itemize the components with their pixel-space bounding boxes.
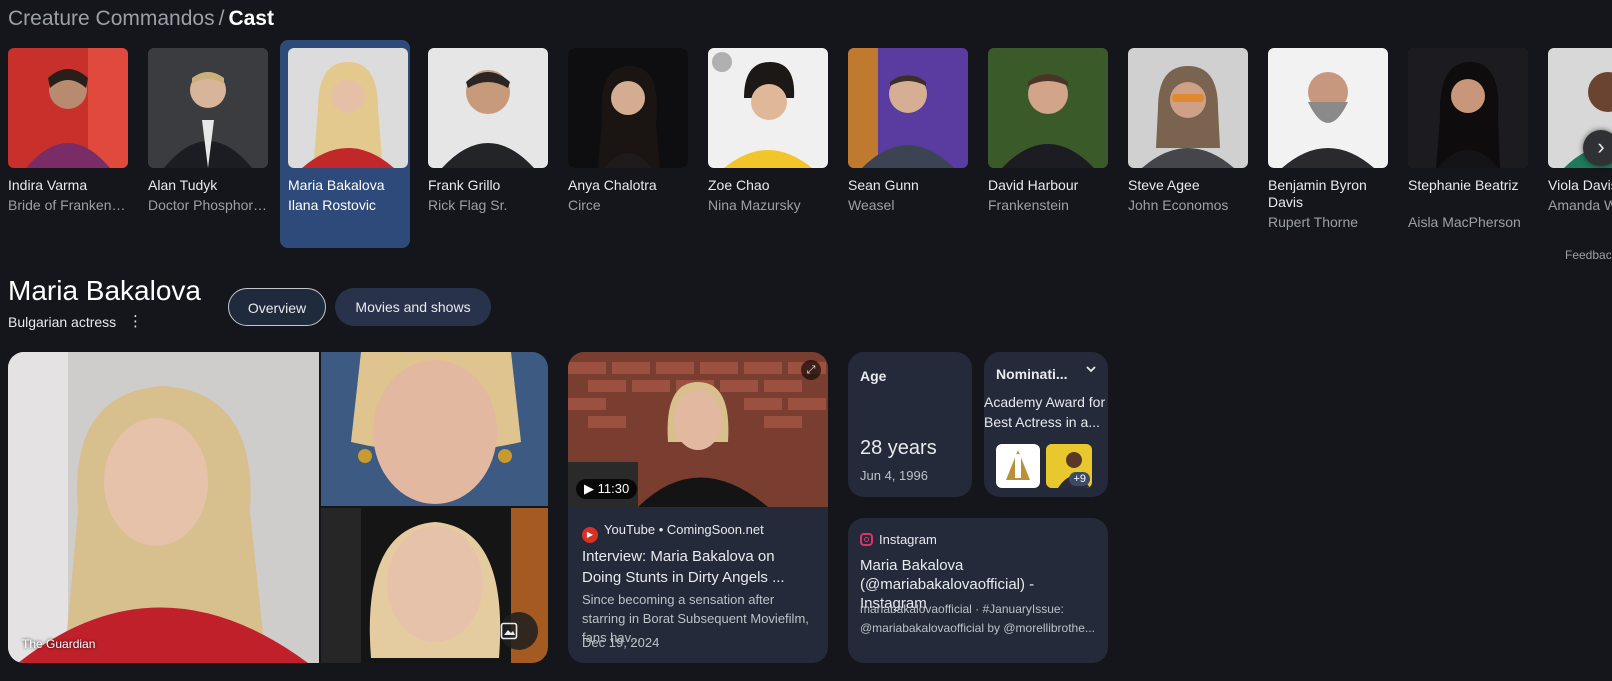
- age-value: 28 years: [860, 437, 937, 459]
- video-source-label: YouTube • ComingSoon.net: [604, 522, 764, 537]
- cast-role: Aisla MacPherson: [1408, 214, 1521, 230]
- breadcrumb-current: Cast: [228, 7, 274, 30]
- cast-card-sean-gunn[interactable]: Sean Gunn Weasel: [840, 40, 970, 248]
- cast-role: Circe: [568, 197, 601, 213]
- cast-card-david-harbour[interactable]: David Harbour Frankenstein: [980, 40, 1110, 248]
- cast-photo: [288, 48, 408, 168]
- instagram-card[interactable]: Instagram Maria Bakalova (@mariabakalova…: [848, 518, 1108, 663]
- nominations-label: Nominati...: [996, 366, 1068, 382]
- cast-photo: [988, 48, 1108, 168]
- cast-name: Steve Agee: [1128, 177, 1200, 193]
- cast-card-benjamin-byron-davis[interactable]: Benjamin Byron Davis Rupert Thorne: [1260, 40, 1390, 248]
- video-card[interactable]: ▶ 11:30 ⤢ ▶ YouTube • ComingSoon.net Inte…: [568, 352, 828, 663]
- cast-photo: [8, 48, 128, 168]
- cast-name: Zoe Chao: [708, 177, 770, 193]
- cast-name: Anya Chalotra: [568, 177, 657, 193]
- cast-photo: [1268, 48, 1388, 168]
- cast-card-steve-agee[interactable]: Steve Agee John Economos: [1120, 40, 1250, 248]
- cast-name: Maria Bakalova: [288, 177, 385, 193]
- gallery-image-2[interactable]: [321, 352, 548, 506]
- cast-role: John Economos: [1128, 197, 1229, 213]
- video-source: ▶ YouTube • ComingSoon.net: [582, 522, 764, 543]
- cast-name: Frank Grillo: [428, 177, 501, 193]
- cast-photo: [428, 48, 548, 168]
- cast-photo: [708, 48, 828, 168]
- cast-role: Ilana Rostovic: [288, 197, 376, 213]
- cast-role: Rick Flag Sr.: [428, 197, 508, 213]
- chevron-right-icon[interactable]: ›: [1583, 130, 1612, 166]
- cast-role: Amanda W…: [1548, 197, 1612, 213]
- feedback-link[interactable]: Feedback: [1565, 248, 1612, 262]
- age-card[interactable]: Age 28 years Jun 4, 1996: [848, 352, 972, 497]
- age-label: Age: [860, 368, 887, 384]
- cast-card-frank-grillo[interactable]: Frank Grillo Rick Flag Sr.: [420, 40, 550, 248]
- cast-name: Viola Davis: [1548, 177, 1612, 193]
- cast-card-maria-bakalova[interactable]: Maria Bakalova Ilana Rostovic: [280, 40, 410, 248]
- more-options-icon[interactable]: ⋮: [128, 312, 143, 330]
- youtube-icon: ▶: [582, 527, 598, 543]
- person-description: Bulgarian actress: [8, 314, 117, 330]
- cast-card-indira-varma[interactable]: Indira Varma Bride of Frankens…: [0, 40, 130, 248]
- cast-role: Doctor Phosphor…: [148, 197, 268, 213]
- cast-card-alan-tudyk[interactable]: Alan Tudyk Doctor Phosphor…: [140, 40, 270, 248]
- person-name: Maria Bakalova: [8, 275, 201, 306]
- cast-photo: [568, 48, 688, 168]
- chevron-down-icon[interactable]: [1084, 362, 1098, 379]
- cast-role: Weasel: [848, 197, 895, 213]
- cast-role: Frankenstein: [988, 197, 1069, 213]
- cast-name: Stephanie Beatriz: [1408, 177, 1519, 193]
- gallery-source: The Guardian: [22, 637, 96, 651]
- video-duration: ▶ 11:30: [576, 479, 638, 499]
- cast-card-anya-chalotra[interactable]: Anya Chalotra Circe: [560, 40, 690, 248]
- more-nominations-badge: +9: [1069, 472, 1090, 486]
- cast-name: Benjamin Byron Davis: [1268, 177, 1367, 210]
- nominations-card[interactable]: Nominati... Academy Award for Best Actre…: [984, 352, 1108, 497]
- cast-card-stephanie-beatriz[interactable]: Stephanie Beatriz Aisla MacPherson: [1400, 40, 1530, 248]
- cast-card-zoe-chao[interactable]: Zoe Chao Nina Mazursky: [700, 40, 830, 248]
- birth-date: Jun 4, 1996: [860, 468, 928, 483]
- instagram-source-label: Instagram: [879, 532, 937, 547]
- cast-role: Rupert Thorne: [1268, 214, 1359, 230]
- video-date: Dec 19, 2024: [582, 635, 660, 650]
- cast-role: Nina Mazursky: [708, 197, 801, 213]
- cast-name: Sean Gunn: [848, 177, 919, 193]
- video-title[interactable]: Interview: Maria Bakalova on Doing Stunt…: [582, 546, 817, 588]
- expand-icon[interactable]: ⤢: [801, 360, 821, 380]
- cast-name: Alan Tudyk: [148, 177, 218, 193]
- instagram-icon: [860, 533, 873, 546]
- oscar-icon[interactable]: [996, 444, 1040, 488]
- image-gallery: The Guardian: [8, 352, 548, 663]
- cast-role: Bride of Frankens…: [8, 197, 128, 213]
- cast-photo: [1408, 48, 1528, 168]
- video-thumbnail[interactable]: ▶ 11:30 ⤢: [568, 352, 828, 507]
- cast-photo: [1128, 48, 1248, 168]
- breadcrumb-separator: /: [218, 7, 225, 30]
- breadcrumb: Creature Commandos / Cast: [8, 6, 274, 32]
- cast-name: David Harbour: [988, 177, 1079, 193]
- cast-photo: [848, 48, 968, 168]
- breadcrumb-section[interactable]: Creature Commandos: [8, 7, 215, 30]
- tab-overview[interactable]: Overview: [228, 288, 326, 326]
- image-icon[interactable]: [500, 612, 538, 650]
- nomination-text: Academy Award for Best Actress in a...: [984, 394, 1106, 430]
- cast-carousel: Indira Varma Bride of Frankens… Alan Tud…: [0, 40, 1612, 250]
- instagram-snippet: mariabakalovaofficial · #JanuaryIssue: @…: [860, 602, 1095, 635]
- cast-photo: [148, 48, 268, 168]
- gallery-main-image[interactable]: [8, 352, 319, 663]
- nomination-image[interactable]: +9: [1046, 444, 1092, 488]
- instagram-source: Instagram: [860, 532, 937, 547]
- cast-name: Indira Varma: [8, 177, 88, 193]
- tab-movies-and-shows[interactable]: Movies and shows: [335, 288, 491, 326]
